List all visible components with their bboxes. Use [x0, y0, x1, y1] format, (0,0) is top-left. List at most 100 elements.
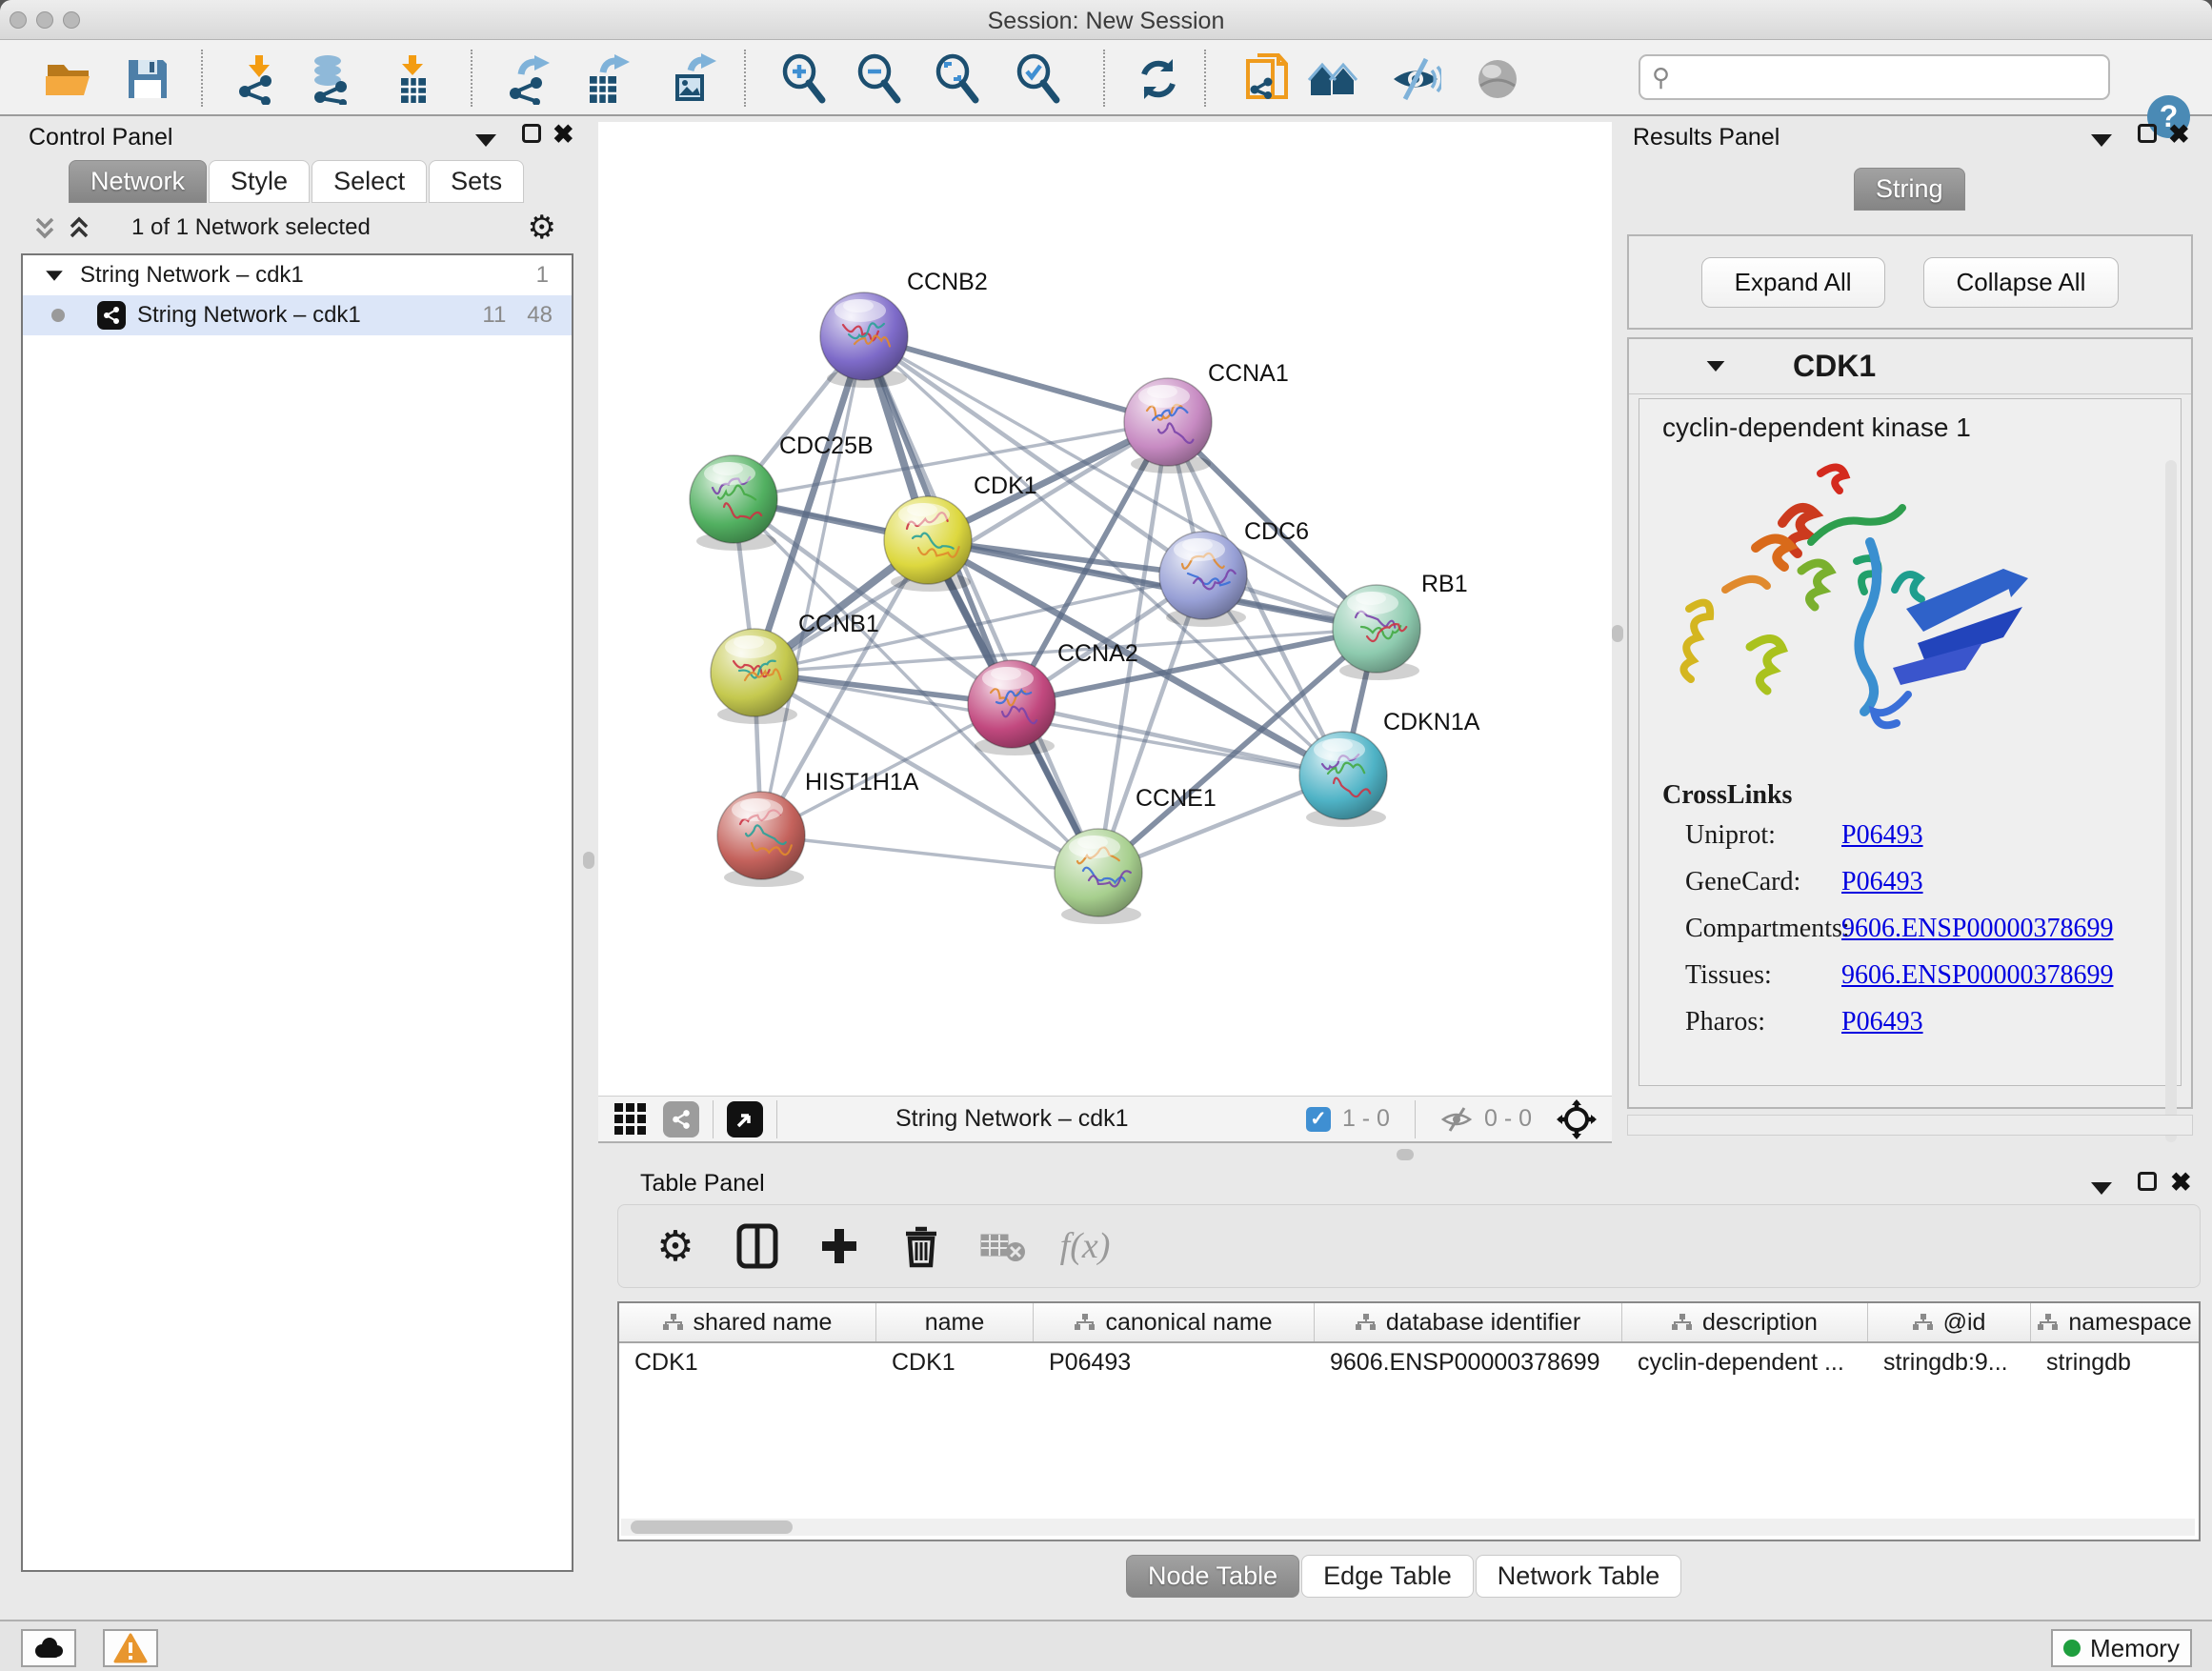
results-scrollbar[interactable] [2165, 460, 2177, 1142]
delete-column-trash-icon[interactable] [896, 1221, 946, 1271]
panel-menu-icon[interactable] [475, 128, 496, 152]
tab-string[interactable]: String [1854, 168, 1965, 211]
genecard-link[interactable]: P06493 [1841, 867, 1923, 897]
float-panel-icon[interactable] [522, 124, 541, 149]
node-table[interactable]: shared name name canonical name database… [617, 1301, 2201, 1541]
delete-table-icon[interactable] [978, 1221, 1028, 1271]
float-panel-icon[interactable] [2138, 1172, 2157, 1197]
results-horizontal-scrollbar[interactable] [1627, 1115, 2193, 1136]
compartments-link[interactable]: 9606.ENSP00000378699 [1841, 914, 2113, 944]
float-panel-icon[interactable] [2138, 124, 2157, 149]
bottom-splitter-handle[interactable] [1397, 1149, 1414, 1160]
import-network-database-button[interactable] [304, 52, 357, 106]
network-collection-row[interactable]: String Network – cdk1 1 [23, 255, 572, 295]
memory-button[interactable]: Memory [2051, 1629, 2192, 1667]
network-node-CDKN1A[interactable] [1299, 732, 1387, 827]
export-network-button[interactable] [503, 52, 556, 106]
cloud-button[interactable] [21, 1629, 76, 1667]
cell-name: CDK1 [876, 1343, 1034, 1381]
hidden-eye-icon[interactable] [1440, 1105, 1473, 1134]
tissues-link[interactable]: 9606.ENSP00000378699 [1841, 960, 2113, 991]
left-splitter-handle[interactable] [583, 852, 594, 869]
table-row[interactable]: CDK1 CDK1 P06493 9606.ENSP00000378699 cy… [619, 1343, 2199, 1381]
column-header[interactable]: name [876, 1303, 1034, 1341]
zoom-fit-button[interactable] [931, 52, 984, 106]
network-node-CCNB1[interactable] [711, 629, 798, 724]
clone-network-button[interactable] [1241, 52, 1295, 106]
close-panel-icon[interactable]: ✖ [553, 120, 574, 150]
zoom-selected-button[interactable] [1012, 52, 1065, 106]
zoom-in-button[interactable] [777, 52, 831, 106]
cell-namespace: stringdb [2031, 1343, 2199, 1381]
refresh-view-button[interactable] [1132, 52, 1185, 106]
column-header[interactable]: description [1622, 1303, 1868, 1341]
tab-style[interactable]: Style [209, 160, 310, 203]
tab-node-table[interactable]: Node Table [1126, 1555, 1299, 1598]
string-network-graph[interactable]: CCNB2CCNA1CDC25BCDK1CDC6RB1CCNB1CCNA2CDK… [598, 122, 1612, 1096]
import-network-file-button[interactable] [232, 52, 286, 106]
network-node-CCNE1[interactable] [1055, 829, 1142, 924]
network-node-RB1[interactable] [1333, 585, 1420, 680]
crosslink-label: Pharos: [1662, 1007, 1841, 1037]
tab-network-table[interactable]: Network Table [1476, 1555, 1682, 1598]
scrollbar-thumb[interactable] [631, 1520, 793, 1534]
pharos-link[interactable]: P06493 [1841, 1007, 1923, 1037]
protein-structure-image [1668, 456, 2068, 771]
panel-menu-icon[interactable] [2091, 1176, 2112, 1200]
column-header[interactable]: namespace [2031, 1303, 2199, 1341]
export-image-button[interactable] [665, 52, 718, 106]
network-node-CDK1[interactable] [884, 496, 972, 592]
show-columns-icon[interactable] [733, 1221, 782, 1271]
search-input[interactable] [1678, 63, 2108, 91]
grid-view-icon[interactable] [612, 1095, 650, 1144]
network-view-canvas[interactable]: CCNB2CCNA1CDC25BCDK1CDC6RB1CCNB1CCNA2CDK… [598, 122, 1612, 1096]
tab-select[interactable]: Select [312, 160, 427, 203]
import-database-icon [305, 53, 356, 105]
first-neighbors-button[interactable] [1306, 52, 1359, 106]
network-edge[interactable] [1012, 704, 1343, 775]
create-column-plus-icon[interactable] [814, 1221, 864, 1271]
collapse-all-icon[interactable] [30, 213, 59, 242]
table-settings-gear-icon[interactable]: ⚙ [651, 1221, 700, 1271]
tab-network[interactable]: Network [69, 160, 207, 203]
zoom-out-button[interactable] [853, 52, 906, 106]
table-horizontal-scrollbar[interactable] [621, 1519, 2195, 1536]
export-table-button[interactable] [581, 52, 634, 106]
warnings-button[interactable] [103, 1629, 158, 1667]
save-session-button[interactable] [121, 52, 174, 106]
network-node-CDC6[interactable] [1159, 532, 1247, 627]
selected-nodes-checkbox[interactable]: ✓ [1306, 1107, 1331, 1132]
collapse-node-icon[interactable] [46, 271, 63, 280]
column-header[interactable]: shared name [619, 1303, 876, 1341]
column-header[interactable]: @id [1868, 1303, 2031, 1341]
protein-header-row[interactable]: CDK1 [1629, 339, 2191, 394]
column-header[interactable]: canonical name [1034, 1303, 1315, 1341]
gear-icon[interactable]: ⚙ [528, 209, 556, 247]
goto-network-icon[interactable] [727, 1101, 763, 1137]
network-row[interactable]: String Network – cdk1 11 48 [23, 295, 572, 335]
show-all-button[interactable] [1471, 52, 1524, 106]
tab-edge-table[interactable]: Edge Table [1301, 1555, 1474, 1598]
panel-menu-icon[interactable] [2091, 128, 2112, 152]
network-node-CCNA2[interactable] [968, 660, 1056, 755]
network-node-CCNA1[interactable] [1124, 378, 1212, 473]
network-edge[interactable] [928, 540, 1377, 629]
close-panel-icon[interactable]: ✖ [2168, 120, 2190, 150]
open-session-button[interactable] [42, 52, 95, 106]
collapse-protein-icon[interactable] [1707, 361, 1725, 372]
expand-all-button[interactable]: Expand All [1701, 257, 1885, 308]
column-header[interactable]: database identifier [1315, 1303, 1622, 1341]
close-panel-icon[interactable]: ✖ [2170, 1168, 2192, 1198]
hide-selected-button[interactable] [1389, 52, 1442, 106]
birdseye-navigator-icon[interactable] [1557, 1099, 1597, 1139]
network-node-HIST1H1A[interactable] [717, 792, 805, 887]
function-builder-icon[interactable]: f(x) [1060, 1221, 1110, 1271]
uniprot-link[interactable]: P06493 [1841, 820, 1923, 851]
network-node-CCNB2[interactable] [820, 292, 908, 388]
network-node-CDC25B[interactable] [690, 455, 777, 551]
expand-all-icon[interactable] [65, 213, 93, 242]
import-table-file-button[interactable] [386, 52, 439, 106]
collapse-all-button[interactable]: Collapse All [1923, 257, 2120, 308]
network-search-box[interactable]: ⚲ [1639, 54, 2110, 100]
tab-sets[interactable]: Sets [429, 160, 524, 203]
